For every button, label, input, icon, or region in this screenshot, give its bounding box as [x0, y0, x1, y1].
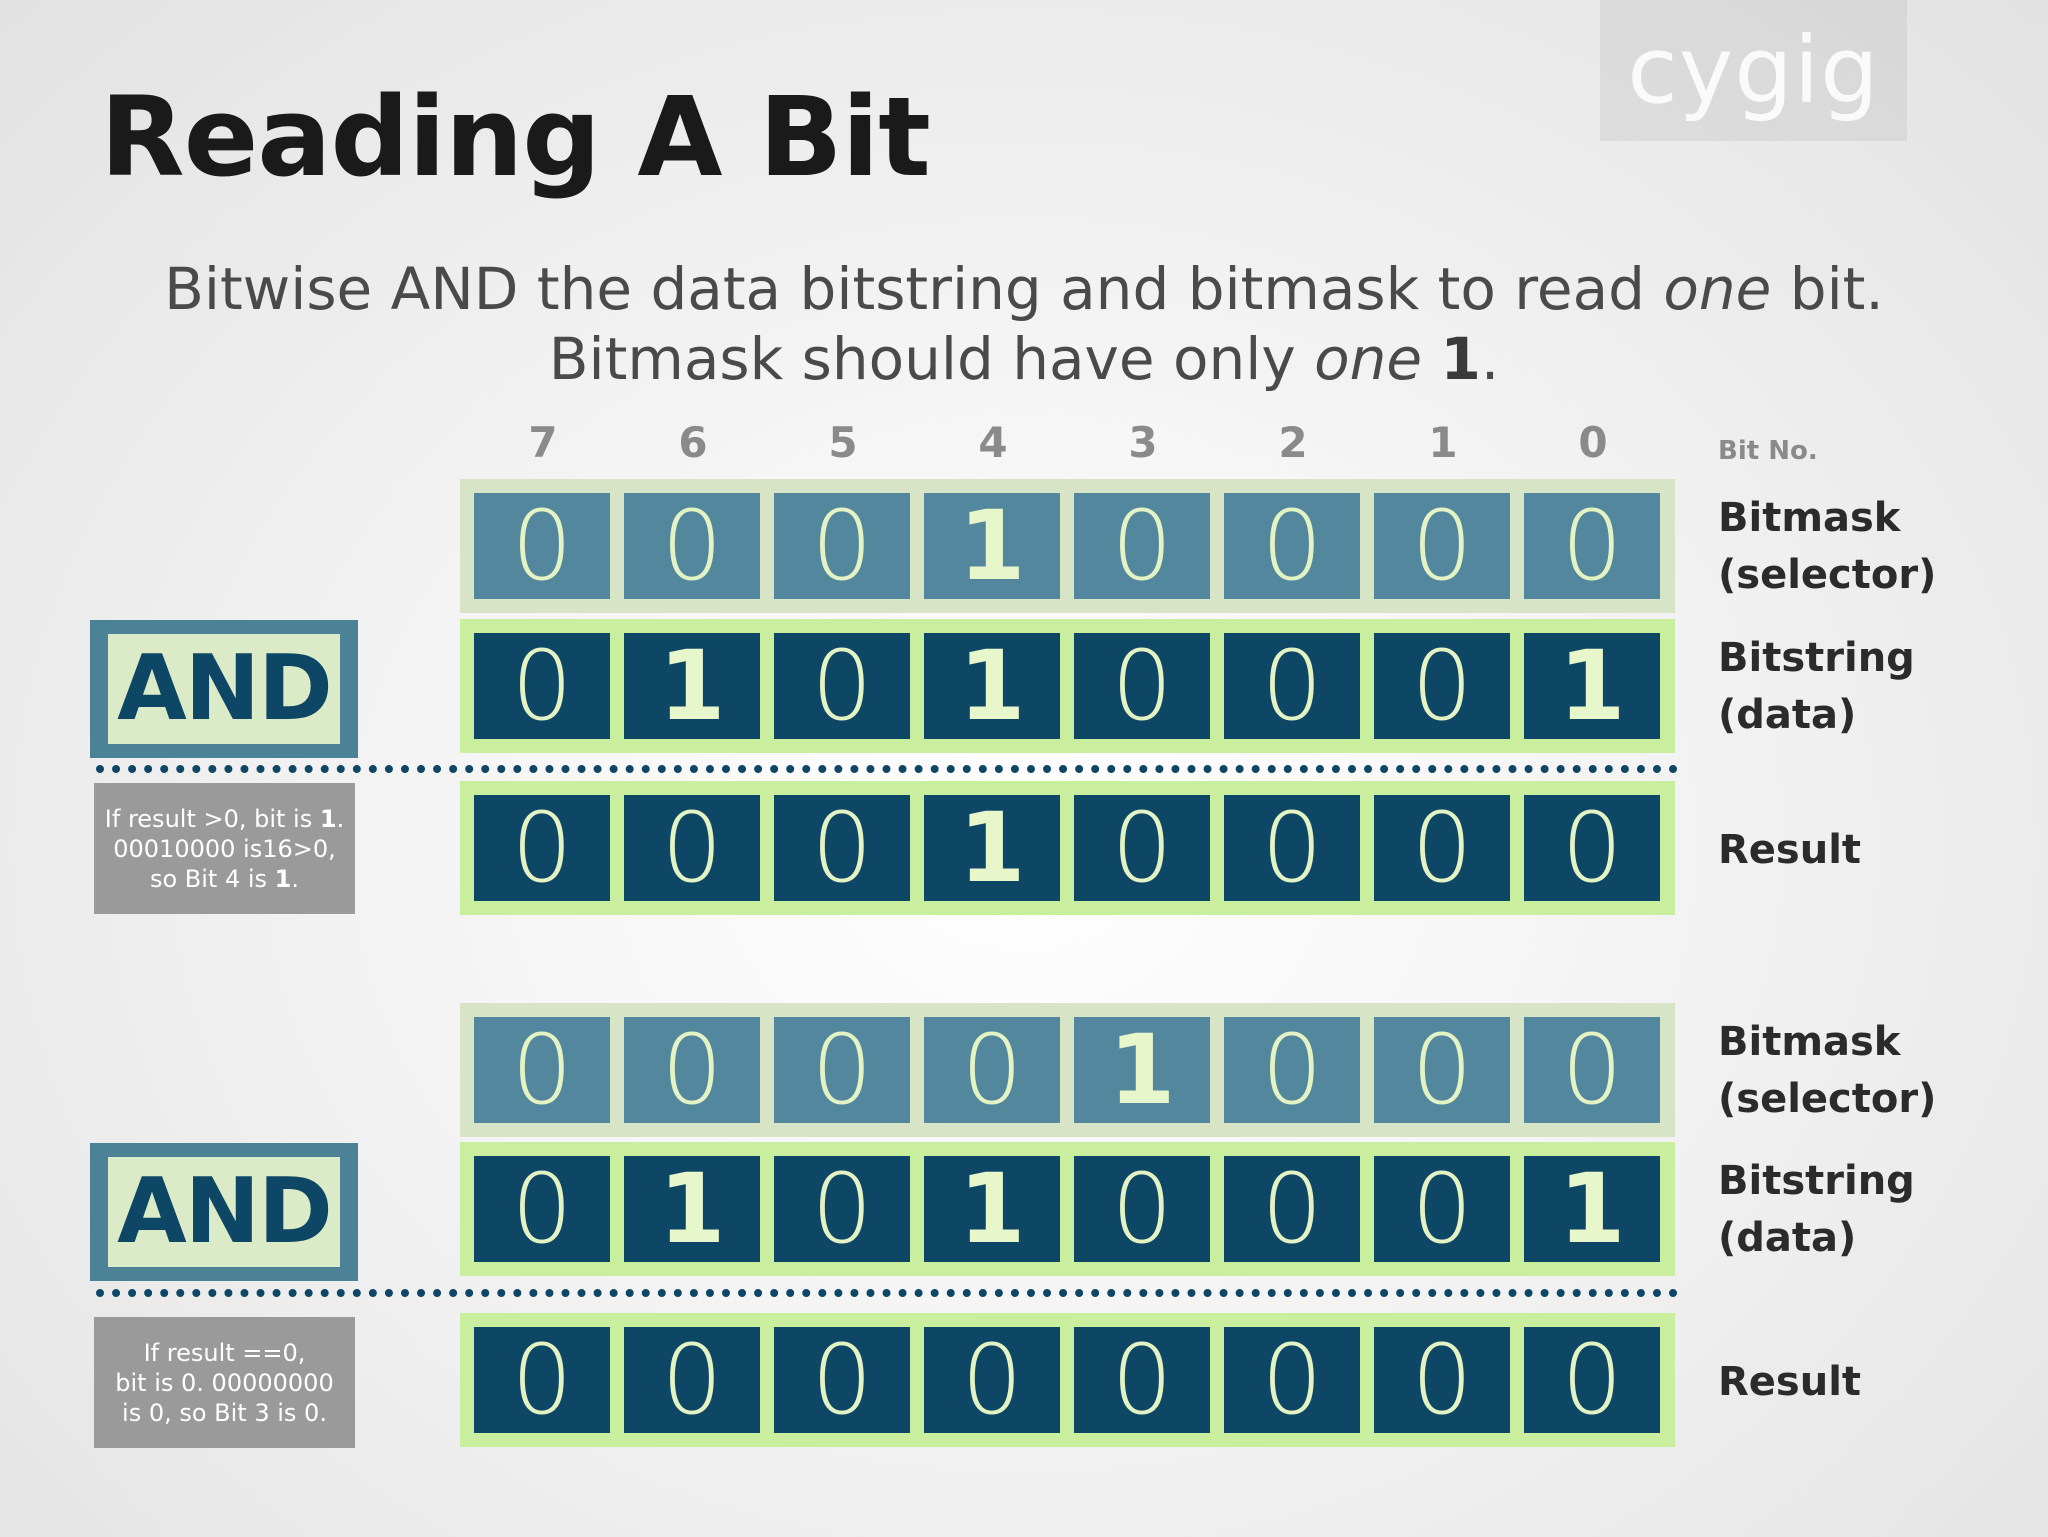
bit-cell: 0 — [1224, 795, 1360, 901]
bitmask-label: Bitmask (selector) — [1718, 1014, 1936, 1128]
bitmask-row-2: 00001000 — [460, 1003, 1675, 1137]
bit-cell: 0 — [1374, 633, 1510, 739]
bit-cell: 0 — [1524, 1017, 1660, 1123]
bit-cell: 0 — [624, 493, 760, 599]
label-line: Bitmask — [1718, 495, 1901, 541]
subtitle-text: Bitwise AND the data bitstring and bitma… — [164, 255, 1664, 323]
label-line: (selector) — [1718, 552, 1937, 598]
label-line: Bitmask — [1718, 1019, 1901, 1065]
bit-number-3: 3 — [1128, 418, 1158, 467]
bit-cell: 0 — [624, 1327, 760, 1433]
subtitle-text: . — [1480, 325, 1500, 393]
explanation-note: If result ==0, bit is 0. 00000000 is 0, … — [94, 1317, 355, 1448]
bit-cell: 0 — [774, 1327, 910, 1433]
result-label: Result — [1718, 827, 1862, 873]
bit-cell: 0 — [1224, 1327, 1360, 1433]
bit-cell: 0 — [924, 1327, 1060, 1433]
bitmask-label: Bitmask (selector) — [1718, 490, 1936, 604]
bit-number-6: 6 — [678, 418, 708, 467]
bit-cell: 0 — [774, 1017, 910, 1123]
bit-cell: 0 — [1224, 1017, 1360, 1123]
bit-number-4: 4 — [978, 418, 1008, 467]
bit-number-label: Bit No. — [1718, 436, 1818, 466]
label-line: (data) — [1718, 692, 1857, 738]
bit-cell: 0 — [1374, 1156, 1510, 1262]
subtitle-text: bit. — [1771, 255, 1884, 323]
bit-cell: 0 — [1074, 1156, 1210, 1262]
bit-number-5: 5 — [828, 418, 858, 467]
bitstring-row-1: 01010001 — [460, 619, 1675, 753]
watermark-logo: cygig — [1600, 0, 1907, 141]
label-line: Bitstring — [1718, 1158, 1915, 1204]
subtitle-line-2: Bitmask should have only one 1. — [0, 323, 2048, 395]
bit-cell: 0 — [1074, 633, 1210, 739]
bit-cell: 0 — [1374, 795, 1510, 901]
label-line: (selector) — [1718, 1076, 1937, 1122]
bit-cell: 0 — [474, 1327, 610, 1433]
and-operator-label: AND — [108, 634, 340, 744]
bit-cell: 0 — [624, 1017, 760, 1123]
and-operator-box: AND — [90, 1143, 358, 1281]
bit-cell: 0 — [474, 633, 610, 739]
note-text: If result >0, bit is 1. 00010000 is16>0,… — [104, 804, 345, 893]
bitmask-row-1: 00010000 — [460, 479, 1675, 613]
bit-cell: 0 — [1524, 1327, 1660, 1433]
bit-cell: 0 — [774, 1156, 910, 1262]
bit-cell: 0 — [1524, 493, 1660, 599]
dotted-divider — [96, 765, 1678, 773]
bit-cell: 0 — [1224, 633, 1360, 739]
bitstring-label: Bitstring (data) — [1718, 1153, 1915, 1267]
bit-cell: 1 — [924, 633, 1060, 739]
label-line: (data) — [1718, 1215, 1857, 1261]
bit-cell: 1 — [924, 493, 1060, 599]
bit-number-7: 7 — [528, 418, 558, 467]
bit-cell: 0 — [1374, 1017, 1510, 1123]
bit-cell: 0 — [774, 795, 910, 901]
bitstring-row-2: 01010001 — [460, 1142, 1675, 1276]
bit-cell: 0 — [1074, 1327, 1210, 1433]
bit-cell: 1 — [1524, 633, 1660, 739]
bit-cell: 0 — [1224, 1156, 1360, 1262]
bit-cell: 0 — [474, 493, 610, 599]
subtitle-emphasis: one — [1663, 255, 1772, 323]
bit-cell: 1 — [624, 1156, 760, 1262]
note-text: If result ==0, bit is 0. 00000000 is 0, … — [115, 1338, 334, 1427]
bit-cell: 1 — [1524, 1156, 1660, 1262]
page-title: Reading A Bit — [100, 73, 931, 201]
subtitle-line-1: Bitwise AND the data bitstring and bitma… — [0, 253, 2048, 325]
bit-cell: 0 — [924, 1017, 1060, 1123]
subtitle-text: Bitmask should have only — [548, 325, 1315, 393]
bit-cell: 0 — [474, 1017, 610, 1123]
bit-cell: 1 — [924, 1156, 1060, 1262]
bit-cell: 0 — [1074, 795, 1210, 901]
bit-cell: 0 — [1374, 1327, 1510, 1433]
bit-number-2: 2 — [1278, 418, 1308, 467]
bit-cell: 0 — [1524, 795, 1660, 901]
and-operator-label: AND — [108, 1157, 340, 1267]
result-row-2: 00000000 — [460, 1313, 1675, 1447]
result-row-1: 00010000 — [460, 781, 1675, 915]
bit-number-1: 1 — [1428, 418, 1458, 467]
bit-cell: 0 — [1374, 493, 1510, 599]
bit-cell: 1 — [624, 633, 760, 739]
bit-cell: 0 — [774, 633, 910, 739]
bit-cell: 0 — [774, 493, 910, 599]
bit-cell: 1 — [924, 795, 1060, 901]
bit-cell: 0 — [474, 1156, 610, 1262]
dotted-divider — [96, 1289, 1678, 1297]
bit-cell: 0 — [624, 795, 760, 901]
bit-cell: 0 — [1074, 493, 1210, 599]
bit-number-0: 0 — [1578, 418, 1608, 467]
and-operator-box: AND — [90, 620, 358, 758]
explanation-note: If result >0, bit is 1. 00010000 is16>0,… — [94, 783, 355, 914]
label-line: Bitstring — [1718, 635, 1915, 681]
bit-cell: 0 — [474, 795, 610, 901]
subtitle-bold: 1 — [1440, 325, 1481, 393]
bit-cell: 1 — [1074, 1017, 1210, 1123]
result-label: Result — [1718, 1359, 1862, 1405]
bitstring-label: Bitstring (data) — [1718, 630, 1915, 744]
subtitle-emphasis: one — [1314, 325, 1423, 393]
bit-cell: 0 — [1224, 493, 1360, 599]
